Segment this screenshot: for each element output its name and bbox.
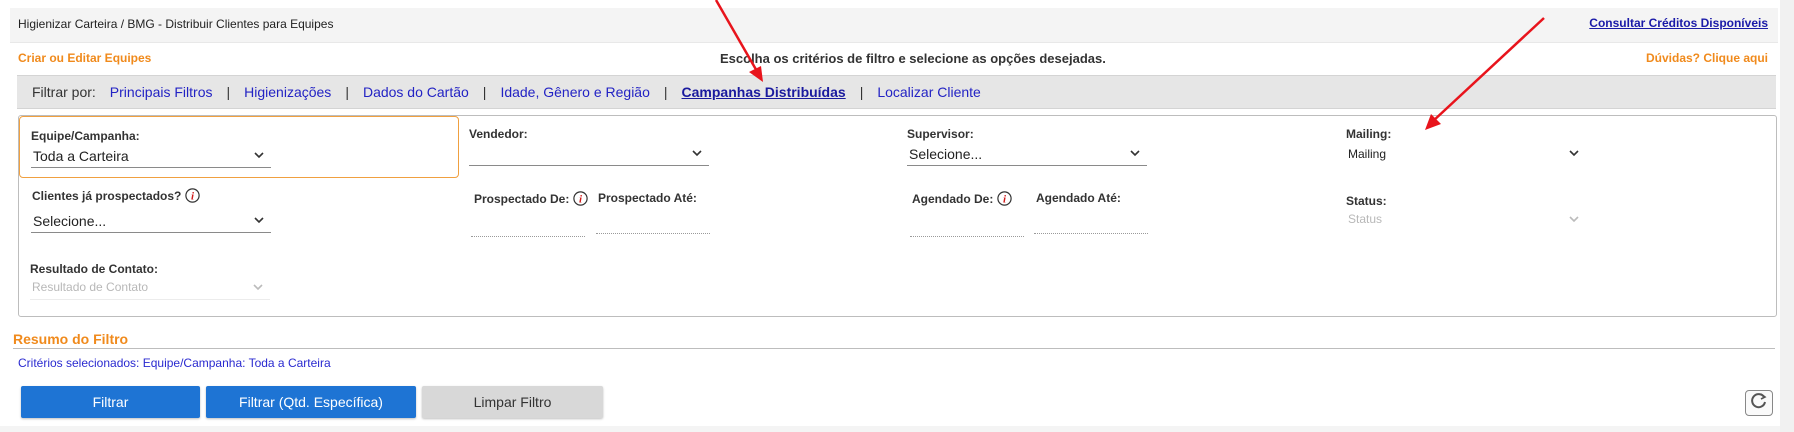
tab-principais-filtros[interactable]: Principais Filtros xyxy=(110,84,213,100)
prospectado-de-label-text: Prospectado De: xyxy=(474,192,570,206)
agendado-de-input[interactable] xyxy=(910,216,1024,237)
app-frame: Higienizar Carteira / BMG - Distribuir C… xyxy=(0,0,1794,432)
prospectados-label-text: Clientes já prospectados? xyxy=(32,189,182,203)
agendado-ate-label: Agendado Até: xyxy=(1036,191,1121,205)
filter-tabs: Filtrar por: Principais Filtros | Higien… xyxy=(32,84,981,100)
breadcrumb: Higienizar Carteira / BMG - Distribuir C… xyxy=(18,17,334,31)
chevron-down-icon xyxy=(1129,146,1141,164)
supervisor-label: Supervisor: xyxy=(907,127,974,141)
refresh-icon xyxy=(1750,392,1768,415)
status-label: Status: xyxy=(1346,194,1387,208)
chevron-down-icon xyxy=(252,280,264,298)
tab-separator: | xyxy=(663,84,668,100)
prospectados-value: Selecione... xyxy=(33,213,107,229)
equipe-label: Equipe/Campanha: xyxy=(31,129,140,143)
selected-criteria: Critérios selecionados: Equipe/Campanha:… xyxy=(18,356,331,370)
status-select: Status xyxy=(1346,209,1586,231)
resultado-value: Resultado de Contato xyxy=(32,280,149,294)
agendado-ate-input[interactable] xyxy=(1034,213,1148,234)
filter-by-label: Filtrar por: xyxy=(32,84,96,100)
tab-campanhas-distribuidas[interactable]: Campanhas Distribuídas xyxy=(682,84,846,100)
agendado-de-label: Agendado De: i xyxy=(912,191,1013,209)
equipe-value: Toda a Carteira xyxy=(33,148,129,164)
agendado-de-label-text: Agendado De: xyxy=(912,192,994,206)
filter-tabs-bar: Filtrar por: Principais Filtros | Higien… xyxy=(17,75,1776,109)
supervisor-select[interactable]: Selecione... xyxy=(907,143,1147,166)
prospectado-de-input[interactable] xyxy=(471,216,585,237)
tab-separator: | xyxy=(345,84,349,100)
credits-link[interactable]: Consultar Créditos Disponíveis xyxy=(1589,16,1768,30)
bottom-edge xyxy=(0,426,1780,432)
tab-higienizacoes[interactable]: Higienizações xyxy=(244,84,331,100)
header-bar: Higienizar Carteira / BMG - Distribuir C… xyxy=(10,8,1778,43)
prospectados-label: Clientes já prospectados? i xyxy=(32,188,201,206)
vendedor-select[interactable] xyxy=(469,143,709,166)
filter-qty-button[interactable]: Filtrar (Qtd. Específica) xyxy=(206,386,416,418)
supervisor-value: Selecione... xyxy=(909,146,983,162)
summary-divider xyxy=(13,348,1775,349)
prospectado-ate-label: Prospectado Até: xyxy=(598,191,697,205)
prospectado-ate-input[interactable] xyxy=(596,213,710,234)
tab-separator: | xyxy=(226,84,231,100)
info-icon[interactable]: i xyxy=(997,191,1013,209)
tab-localizar-cliente[interactable]: Localizar Cliente xyxy=(877,84,981,100)
vertical-scrollbar[interactable] xyxy=(1780,0,1794,432)
resultado-label: Resultado de Contato: xyxy=(30,262,158,276)
mailing-label: Mailing: xyxy=(1346,127,1392,141)
resultado-select: Resultado de Contato xyxy=(30,277,270,300)
status-value: Status xyxy=(1348,212,1383,226)
mailing-value: Mailing xyxy=(1348,147,1387,161)
prospectado-de-label: Prospectado De: i xyxy=(474,191,589,209)
chevron-down-icon xyxy=(253,213,265,231)
tab-separator: | xyxy=(859,84,864,100)
clear-filter-button[interactable]: Limpar Filtro xyxy=(422,386,603,418)
filter-button[interactable]: Filtrar xyxy=(21,386,200,418)
chevron-down-icon xyxy=(1568,212,1580,230)
equipe-select[interactable]: Toda a Carteira xyxy=(31,145,271,168)
summary-title: Resumo do Filtro xyxy=(13,331,129,347)
vendedor-label: Vendedor: xyxy=(469,127,528,141)
tab-idade-genero-regiao[interactable]: Idade, Gênero e Região xyxy=(500,84,649,100)
prospectados-select[interactable]: Selecione... xyxy=(31,210,271,233)
instruction-text: Escolha os critérios de filtro e selecio… xyxy=(720,51,1106,66)
help-link[interactable]: Dúvidas? Clique aqui xyxy=(1646,51,1768,65)
teams-link[interactable]: Criar ou Editar Equipes xyxy=(18,51,151,65)
tab-separator: | xyxy=(482,84,487,100)
tab-dados-cartao[interactable]: Dados do Cartão xyxy=(363,84,469,100)
info-icon[interactable]: i xyxy=(573,191,589,209)
chevron-down-icon xyxy=(1568,146,1580,164)
refresh-button[interactable] xyxy=(1745,390,1773,416)
chevron-down-icon xyxy=(253,148,265,166)
chevron-down-icon xyxy=(691,146,703,164)
info-icon[interactable]: i xyxy=(185,188,201,206)
mailing-select[interactable]: Mailing xyxy=(1346,143,1586,165)
